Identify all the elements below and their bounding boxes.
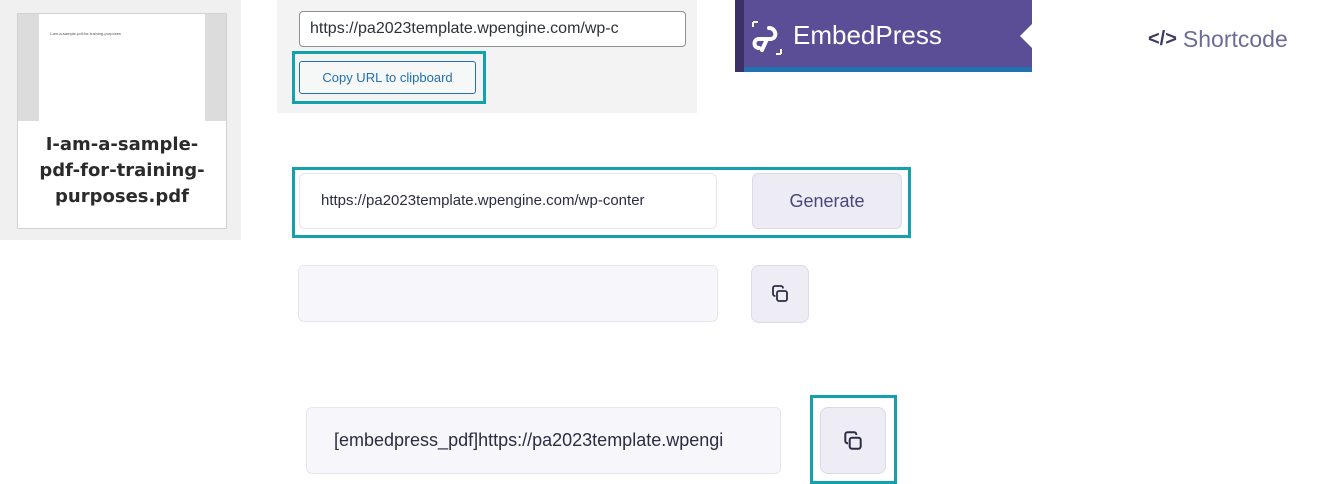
pdf-filename: I-am-a-sample- pdf-for-training- purpose… — [18, 132, 226, 210]
copy-icon — [844, 430, 862, 450]
pdf-filename-line-2: pdf-for-training- — [39, 160, 205, 181]
copy-shortcode-button-highlighted[interactable] — [820, 407, 886, 474]
pdf-url-input[interactable]: https://pa2023template.wpengine.com/wp-c… — [299, 173, 717, 229]
pdf-attachment-card[interactable]: I-am-a-sample-pdf-for-training-purposes … — [17, 13, 227, 229]
pdf-filename-line-1: I-am-a-sample- — [45, 134, 199, 155]
pdf-page-text: I-am-a-sample-pdf-for-training-purposes — [50, 31, 121, 36]
menu-bottom-border — [744, 67, 1032, 72]
copy-icon — [772, 285, 788, 302]
shortcode-output-field-empty[interactable] — [298, 265, 718, 322]
code-icon: </> — [1148, 28, 1177, 50]
attachment-url-field[interactable]: https://pa2023template.wpengine.com/wp-c — [299, 11, 686, 47]
pdf-filename-line-3: purposes.pdf — [55, 186, 189, 207]
tab-shortcode[interactable]: </> Shortcode — [1148, 22, 1288, 56]
copy-shortcode-button[interactable] — [751, 265, 809, 323]
embedpress-menu-item[interactable]: EmbedPress — [735, 0, 1034, 72]
tab-shortcode-label: Shortcode — [1182, 26, 1288, 52]
generate-button[interactable]: Generate — [752, 173, 902, 229]
shortcode-output-field[interactable]: [embedpress_pdf]https://pa2023template.w… — [306, 407, 781, 474]
pdf-thumbnail-panel: I-am-a-sample-pdf-for-training-purposes … — [0, 0, 241, 240]
menu-current-indicator — [1020, 22, 1034, 50]
pdf-page: I-am-a-sample-pdf-for-training-purposes — [39, 14, 205, 121]
embedpress-logo-icon — [752, 21, 782, 55]
embedpress-title: EmbedPress — [793, 20, 942, 50]
copy-url-button[interactable]: Copy URL to clipboard — [299, 61, 476, 94]
pdf-preview: I-am-a-sample-pdf-for-training-purposes — [18, 14, 226, 121]
menu-active-strip — [735, 0, 744, 72]
